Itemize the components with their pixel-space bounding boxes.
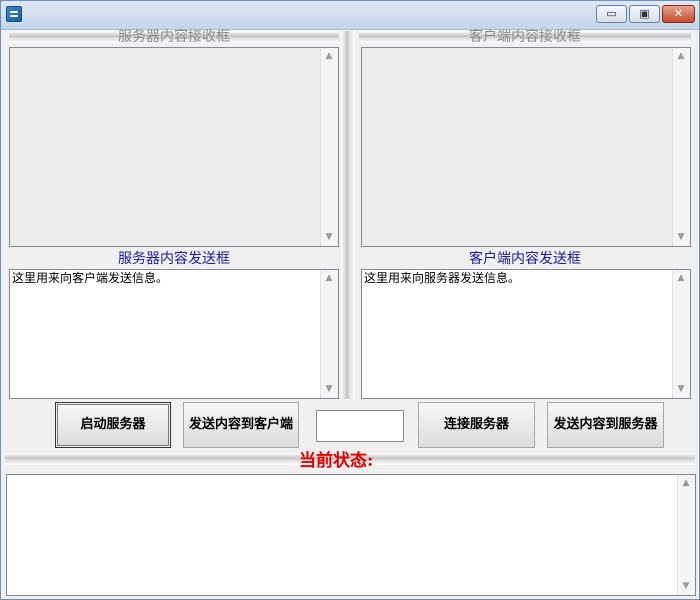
minimize-button[interactable]: ▭ — [596, 5, 627, 23]
app-icon[interactable] — [6, 6, 22, 22]
scroll-up-icon[interactable]: ▲ — [321, 48, 337, 65]
status-label: 当前状态: — [299, 451, 374, 471]
maximize-button[interactable]: ▣ — [629, 5, 660, 23]
client-send-scrollbar[interactable]: ▲ ▼ — [672, 270, 690, 398]
panel-divider — [341, 31, 355, 399]
server-send-scrollbar[interactable]: ▲ ▼ — [320, 270, 338, 398]
connect-server-button[interactable]: 连接服务器 — [418, 402, 535, 448]
server-send-box[interactable]: 这里用来向客户端发送信息。 ▲ ▼ — [9, 269, 339, 399]
status-log-box[interactable]: ▲ ▼ — [6, 474, 696, 596]
client-receive-box[interactable]: ▲ ▼ — [361, 47, 691, 247]
client-send-box[interactable]: 这里用来向服务器发送信息。 ▲ ▼ — [361, 269, 691, 399]
client-send-header: 客户端内容发送框 — [469, 251, 581, 267]
title-bar[interactable]: ▭ ▣ ✕ — [1, 1, 699, 30]
scroll-down-icon[interactable]: ▼ — [673, 229, 689, 246]
status-log-scrollbar[interactable]: ▲ ▼ — [677, 475, 695, 595]
scroll-down-icon[interactable]: ▼ — [321, 381, 337, 398]
server-receive-scrollbar[interactable]: ▲ ▼ — [320, 48, 338, 246]
client-receive-header: 客户端内容接收框 — [469, 29, 581, 45]
scroll-up-icon[interactable]: ▲ — [673, 48, 689, 65]
scroll-down-icon[interactable]: ▼ — [678, 578, 694, 595]
server-receive-box[interactable]: ▲ ▼ — [9, 47, 339, 247]
server-send-header: 服务器内容发送框 — [118, 251, 230, 267]
scroll-down-icon[interactable]: ▼ — [321, 229, 337, 246]
start-server-button[interactable]: 启动服务器 — [55, 402, 171, 448]
close-button[interactable]: ✕ — [662, 5, 695, 23]
scroll-up-icon[interactable]: ▲ — [673, 270, 689, 287]
scroll-up-icon[interactable]: ▲ — [321, 270, 337, 287]
client-receive-scrollbar[interactable]: ▲ ▼ — [672, 48, 690, 246]
server-send-text: 这里用来向客户端发送信息。 — [12, 271, 169, 285]
client-send-text: 这里用来向服务器发送信息。 — [364, 271, 521, 285]
main-window: ▭ ▣ ✕ 服务器内容接收框 ▲ ▼ 服务器内容发送框 这里用来向客户端发送信息… — [0, 0, 700, 600]
middle-text-input[interactable] — [316, 410, 404, 442]
scroll-down-icon[interactable]: ▼ — [673, 381, 689, 398]
send-to-client-button[interactable]: 发送内容到客户端 — [183, 402, 299, 448]
scroll-up-icon[interactable]: ▲ — [678, 475, 694, 492]
send-to-server-button[interactable]: 发送内容到服务器 — [547, 402, 664, 448]
server-receive-header: 服务器内容接收框 — [118, 29, 230, 45]
